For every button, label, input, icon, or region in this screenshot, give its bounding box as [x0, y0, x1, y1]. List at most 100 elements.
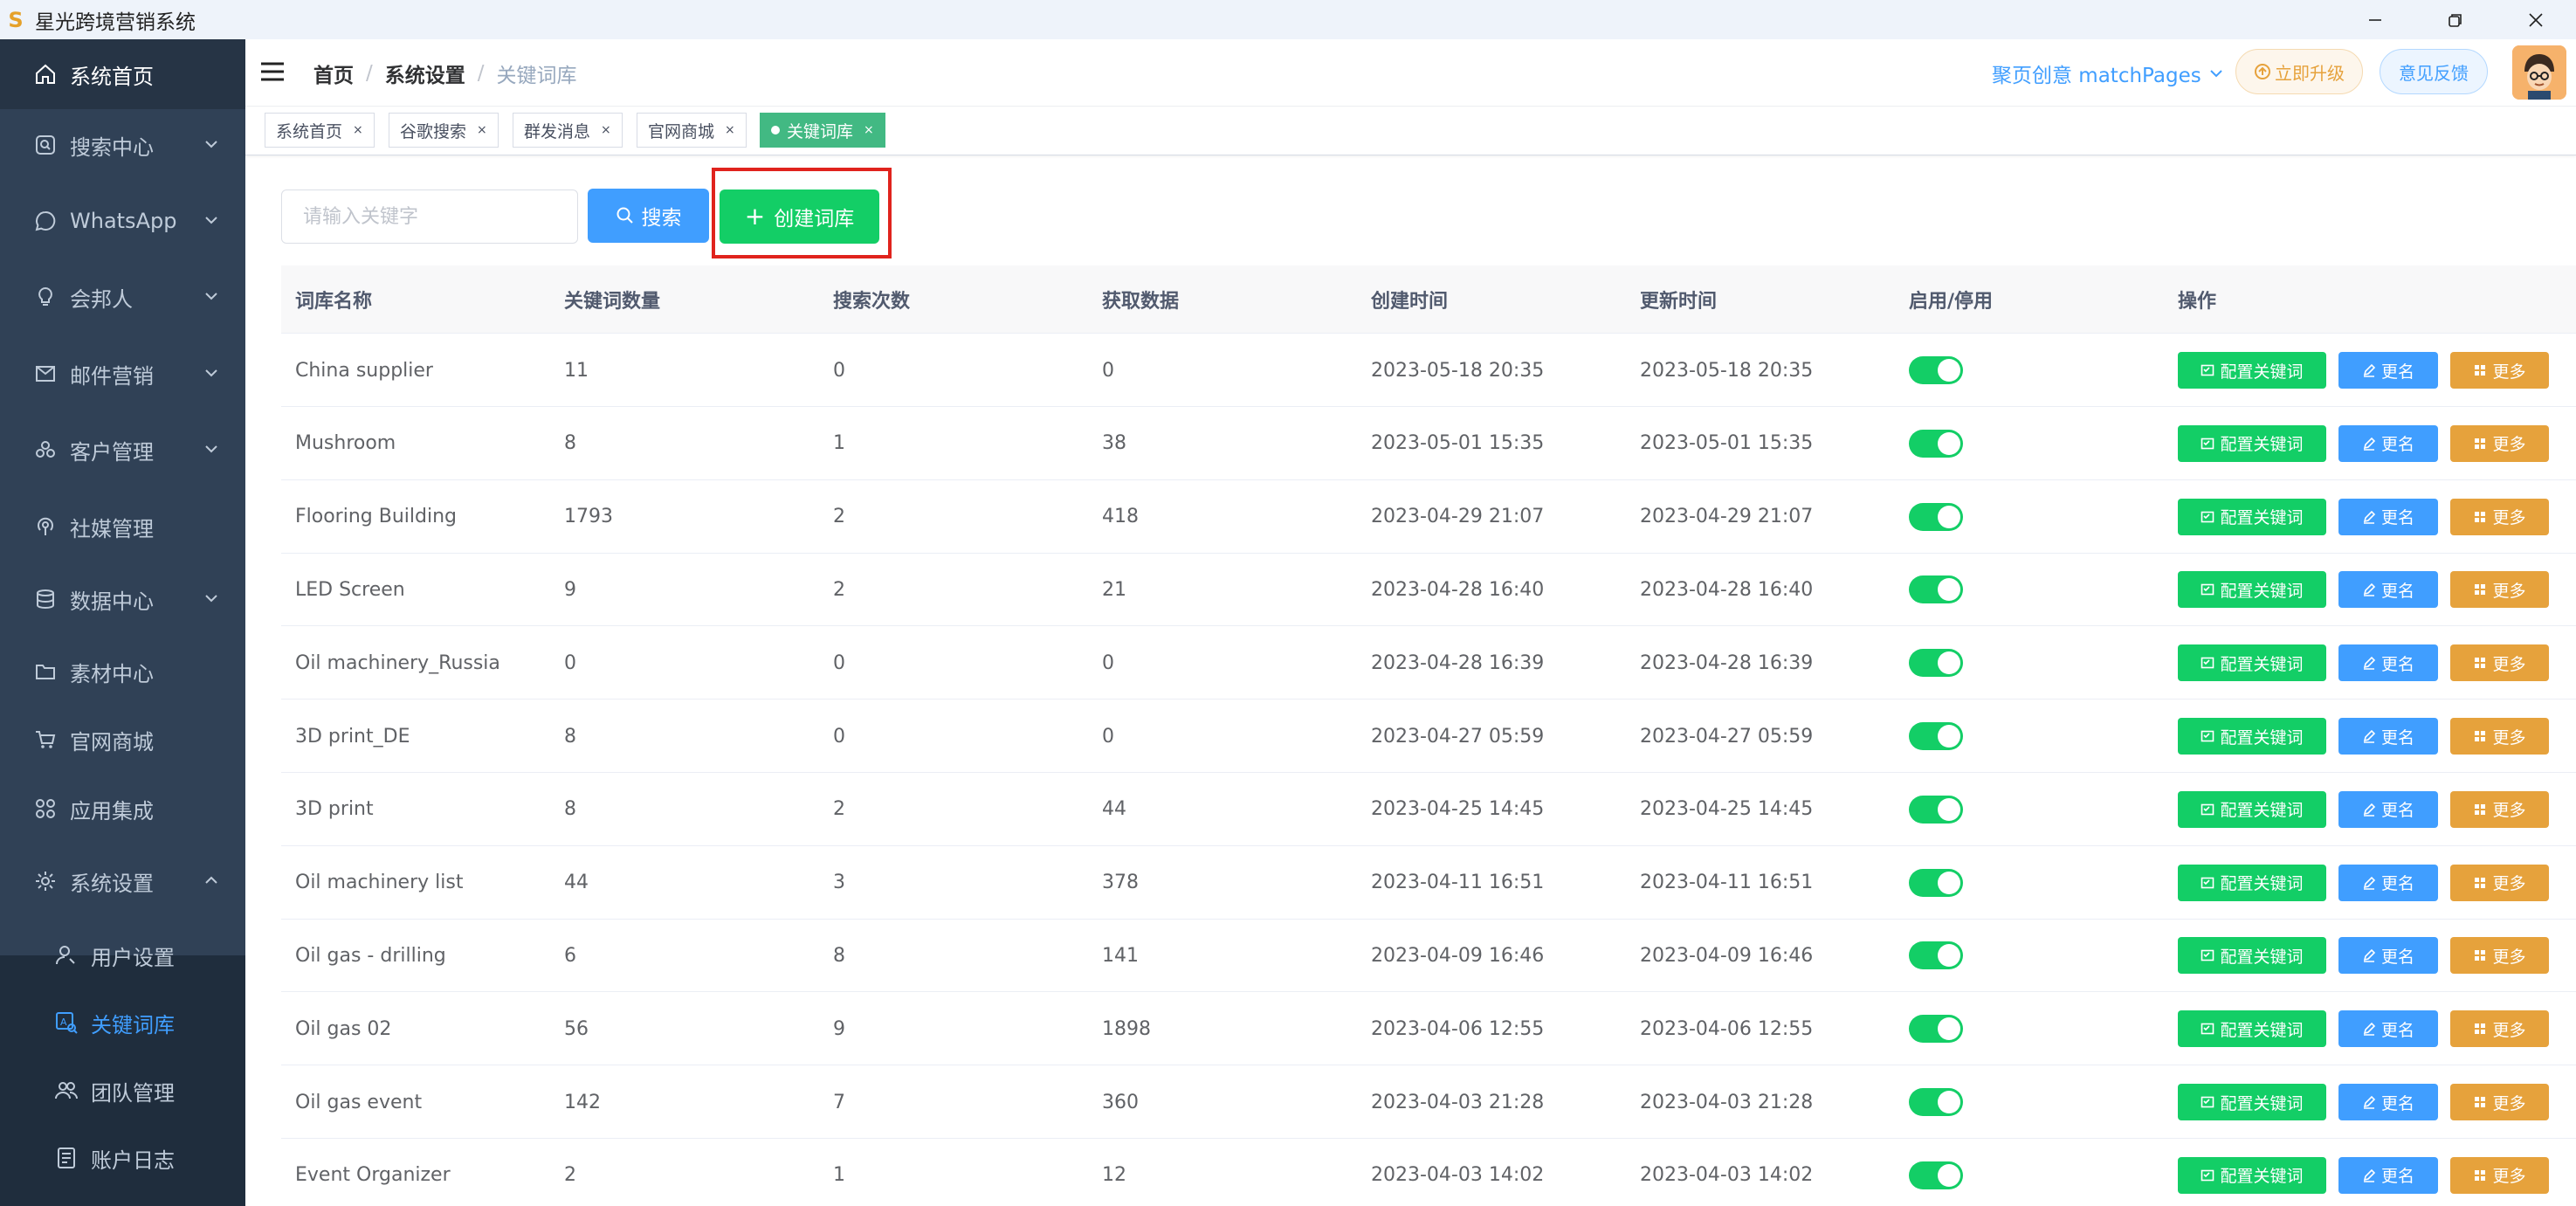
sidebar-item-materials[interactable]: 素材中心	[0, 637, 245, 706]
avatar[interactable]	[2512, 45, 2566, 100]
more-button[interactable]: 更多	[2450, 1010, 2549, 1048]
tag-keyword-library[interactable]: 关键词库 ×	[760, 113, 885, 148]
rename-button[interactable]: 更名	[2338, 937, 2438, 975]
cell-updated: 2023-04-27 05:59	[1640, 725, 1814, 748]
tag-home[interactable]: 系统首页 ×	[265, 113, 375, 148]
sidebar-item-customers[interactable]: 客户管理	[0, 415, 245, 485]
more-button[interactable]: 更多	[2450, 352, 2549, 389]
table-row: Oil gas - drilling 6 8 141 2023-04-09 16:46 2…	[281, 919, 2576, 993]
more-button[interactable]: 更多	[2450, 1156, 2549, 1194]
sidebar-subitem-team[interactable]: 团队管理	[0, 1058, 245, 1124]
config-keywords-button[interactable]: 配置关键词	[2178, 1084, 2326, 1120]
config-keywords-button[interactable]: 配置关键词	[2178, 424, 2326, 462]
rename-button[interactable]: 更名	[2338, 498, 2438, 535]
sidebar-item-huibangren[interactable]: 会邦人	[0, 262, 245, 332]
rename-button[interactable]: 更名	[2338, 718, 2438, 755]
enable-toggle[interactable]	[1909, 1088, 1963, 1116]
config-keywords-button[interactable]: 配置关键词	[2178, 498, 2326, 535]
feedback-button[interactable]: 意见反馈	[2380, 49, 2488, 94]
breadcrumb-system-settings[interactable]: 系统设置	[385, 59, 465, 88]
breadcrumb-home[interactable]: 首页	[313, 59, 354, 88]
config-keywords-button[interactable]: 配置关键词	[2178, 571, 2326, 609]
more-button[interactable]: 更多	[2450, 424, 2549, 462]
tag-mall[interactable]: 官网商城 ×	[637, 113, 747, 148]
create-library-button[interactable]: + 创建词库	[720, 190, 879, 244]
rename-button[interactable]: 更名	[2338, 1156, 2438, 1194]
tag-bulk-message[interactable]: 群发消息 ×	[513, 113, 623, 148]
cell-name: Flooring Building	[295, 506, 457, 528]
cell-created: 2023-04-28 16:39	[1371, 651, 1545, 674]
config-keywords-button[interactable]: 配置关键词	[2178, 352, 2326, 389]
sidebar-item-label: 官网商城	[70, 729, 154, 755]
enable-toggle[interactable]	[1909, 941, 1963, 970]
enable-toggle[interactable]	[1909, 1161, 1963, 1189]
rename-button[interactable]: 更名	[2338, 352, 2438, 389]
restore-icon[interactable]	[2415, 0, 2496, 39]
rename-button[interactable]: 更名	[2338, 790, 2438, 828]
enable-toggle[interactable]	[1909, 722, 1963, 750]
config-keywords-button[interactable]: 配置关键词	[2178, 790, 2326, 828]
close-icon[interactable]: ×	[601, 123, 611, 137]
sidebar-subitem-keyword-library[interactable]: A 关键词库	[0, 989, 245, 1056]
rename-button[interactable]: 更名	[2338, 644, 2438, 682]
sidebar-item-system-settings[interactable]: 系统设置	[0, 846, 245, 916]
enable-toggle[interactable]	[1909, 868, 1963, 897]
more-button[interactable]: 更多	[2450, 644, 2549, 682]
rename-button[interactable]: 更名	[2338, 864, 2438, 901]
rename-button[interactable]: 更名	[2338, 424, 2438, 462]
close-icon[interactable]	[2496, 0, 2576, 39]
sidebar-item-email-marketing[interactable]: 邮件营销	[0, 339, 245, 409]
cell-created: 2023-04-06 12:55	[1371, 1017, 1545, 1040]
sidebar-subitem-account-log[interactable]: 账户日志	[0, 1125, 245, 1191]
sidebar-item-home[interactable]: 系统首页	[0, 39, 245, 109]
enable-toggle[interactable]	[1909, 649, 1963, 678]
more-button[interactable]: 更多	[2450, 718, 2549, 755]
config-keywords-button[interactable]: 配置关键词	[2178, 644, 2326, 682]
enable-toggle[interactable]	[1909, 429, 1963, 458]
sidebar-item-data-center[interactable]: 数据中心	[0, 564, 245, 634]
brand-select[interactable]: 聚页创意 matchPages	[1992, 59, 2224, 88]
minimize-icon[interactable]	[2335, 0, 2415, 39]
edit-icon	[2363, 510, 2376, 524]
close-icon[interactable]: ×	[477, 123, 487, 137]
config-keywords-button[interactable]: 配置关键词	[2178, 718, 2326, 755]
enable-toggle[interactable]	[1909, 795, 1963, 824]
more-button[interactable]: 更多	[2450, 790, 2549, 828]
hamburger-icon[interactable]	[259, 59, 286, 85]
config-keywords-button[interactable]: 配置关键词	[2178, 937, 2326, 975]
rename-button[interactable]: 更名	[2338, 1084, 2438, 1120]
more-button[interactable]: 更多	[2450, 571, 2549, 609]
close-icon[interactable]: ×	[864, 123, 874, 137]
grid-icon	[2475, 731, 2486, 741]
keyword-search-input[interactable]	[281, 190, 578, 244]
config-keywords-button[interactable]: 配置关键词	[2178, 1010, 2326, 1048]
config-keywords-button[interactable]: 配置关键词	[2178, 1156, 2326, 1194]
upgrade-button[interactable]: 立即升级	[2235, 49, 2363, 94]
broadcast-icon	[33, 514, 58, 539]
window-titlebar: S 星光跨境营销系统	[0, 0, 2576, 39]
sidebar-item-whatsapp[interactable]: WhatsApp	[0, 186, 245, 256]
enable-toggle[interactable]	[1909, 1015, 1963, 1044]
close-icon[interactable]: ×	[353, 123, 363, 137]
more-button[interactable]: 更多	[2450, 498, 2549, 535]
cart-icon	[33, 727, 58, 752]
close-icon[interactable]: ×	[725, 123, 735, 137]
rename-button[interactable]: 更名	[2338, 571, 2438, 609]
cell-keyword-count: 56	[564, 1017, 589, 1040]
sidebar-item-app-integration[interactable]: 应用集成	[0, 774, 245, 844]
sidebar-item-social-media[interactable]: 社媒管理	[0, 492, 245, 562]
more-button[interactable]: 更多	[2450, 937, 2549, 975]
more-button[interactable]: 更多	[2450, 1084, 2549, 1120]
config-keywords-button[interactable]: 配置关键词	[2178, 864, 2326, 901]
sidebar-subitem-user-settings[interactable]: 用户设置	[0, 922, 245, 989]
table-row: Flooring Building 1793 2 418 2023-04-29 21:0…	[281, 480, 2576, 554]
more-button[interactable]: 更多	[2450, 864, 2549, 901]
sidebar-item-search-center[interactable]: 搜索中心	[0, 110, 245, 180]
search-button[interactable]: 搜索	[588, 189, 709, 243]
enable-toggle[interactable]	[1909, 575, 1963, 604]
sidebar-item-mall[interactable]: 官网商城	[0, 705, 245, 775]
enable-toggle[interactable]	[1909, 502, 1963, 531]
tag-google-search[interactable]: 谷歌搜索 ×	[389, 113, 499, 148]
rename-button[interactable]: 更名	[2338, 1010, 2438, 1048]
enable-toggle[interactable]	[1909, 356, 1963, 384]
